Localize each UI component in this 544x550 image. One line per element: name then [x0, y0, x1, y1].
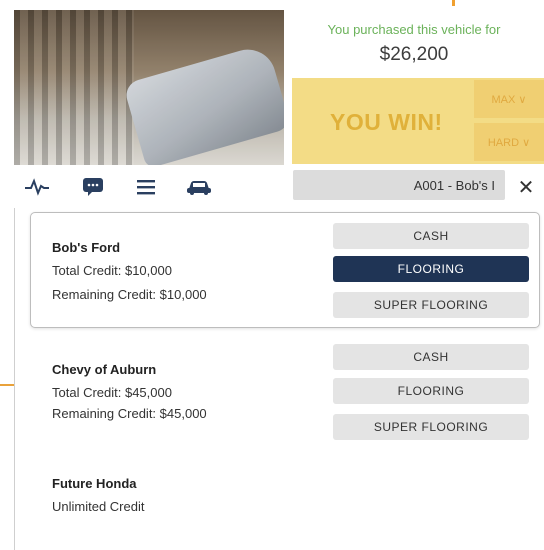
purchase-amount: $26,200 [379, 44, 449, 65]
car-icon-svg [187, 181, 211, 195]
purchase-message: You purchased this vehicle for [327, 22, 501, 37]
dealer-remaining-credit: Remaining Credit: $45,000 [52, 406, 207, 421]
dealer-total-credit: Total Credit: $45,000 [52, 385, 172, 400]
dealer-name: Future Honda [52, 476, 137, 491]
hard-dropdown[interactable]: HARD ∨ [474, 123, 544, 161]
max-dropdown[interactable]: MAX ∨ [474, 80, 544, 118]
callout-line-top [452, 0, 455, 6]
chat-icon-svg [83, 178, 103, 196]
dealer-name: Bob's Ford [52, 240, 121, 255]
chat-icon[interactable] [80, 175, 106, 199]
flooring-button[interactable]: FLOORING [333, 378, 529, 404]
cash-button[interactable]: CASH [333, 344, 529, 370]
close-icon[interactable]: ✕ [514, 175, 538, 199]
super-flooring-button[interactable]: SUPER FLOORING [333, 292, 529, 318]
activity-icon-svg [25, 178, 49, 196]
dealer-total-credit: Total Credit: $10,000 [52, 263, 172, 278]
flooring-button[interactable]: FLOORING [333, 256, 529, 282]
menu-icon[interactable] [133, 175, 159, 199]
car-icon[interactable] [186, 175, 212, 199]
cash-button[interactable]: CASH [333, 223, 529, 249]
menu-icon-svg [137, 180, 155, 195]
photo-glare [14, 10, 284, 165]
win-text: YOU WIN! [330, 109, 443, 135]
dealer-credit-note: Unlimited Credit [52, 499, 145, 514]
super-flooring-button[interactable]: SUPER FLOORING [333, 414, 529, 440]
dealer-tab[interactable]: A001 - Bob's I [293, 170, 505, 200]
dealer-remaining-credit: Remaining Credit: $10,000 [52, 287, 207, 302]
activity-icon[interactable] [24, 175, 50, 199]
dealer-name: Chevy of Auburn [52, 362, 157, 377]
vehicle-photo [14, 10, 284, 165]
